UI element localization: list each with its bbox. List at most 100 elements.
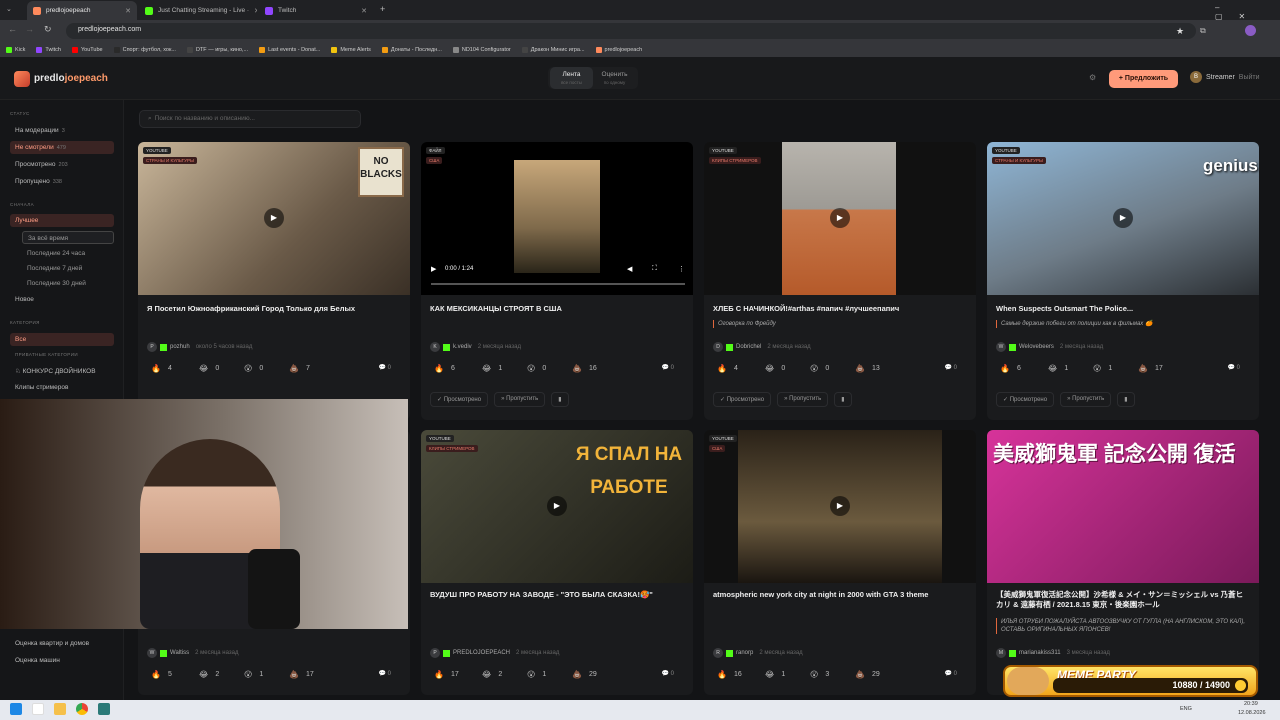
comments-count[interactable]: 💬 0 bbox=[945, 670, 957, 677]
video-progress[interactable] bbox=[431, 283, 685, 285]
mark-viewed-button[interactable]: ✓ Просмотрено bbox=[996, 392, 1055, 407]
bookmark[interactable]: Twitch bbox=[36, 46, 61, 53]
propose-button[interactable]: + Предложить bbox=[1109, 70, 1178, 88]
bookmark[interactable]: Last events - Donat... bbox=[259, 46, 320, 53]
period-all-time[interactable]: За всё время bbox=[22, 231, 114, 244]
sidebar-item-moderation[interactable]: На модерации 3 bbox=[10, 124, 114, 137]
post-card[interactable]: 美威獅鬼軍 記念公開 復活 【美威獅鬼軍復活記念公開】沙希様 & メイ・サン＝ミ… bbox=[987, 430, 1259, 695]
brand-name[interactable]: predlojoepeach bbox=[34, 73, 108, 84]
sidebar-item-cars[interactable]: Оценка машин bbox=[10, 654, 114, 667]
play-icon[interactable]: ▶ bbox=[264, 208, 284, 228]
url-field[interactable]: predlojoepeach.com bbox=[66, 23, 1196, 39]
language-indicator[interactable]: ENG bbox=[1180, 706, 1192, 712]
comments-count[interactable]: 💬 0 bbox=[379, 364, 391, 371]
sidebar-item-unseen[interactable]: Не смотрели 479 bbox=[10, 141, 114, 154]
tab-search-icon[interactable]: ⌄ bbox=[6, 5, 12, 13]
post-title[interactable]: When Suspects Outsmart The Police... bbox=[996, 304, 1250, 314]
user-menu[interactable]: B Streamer Выйти bbox=[1190, 71, 1260, 83]
sidebar-item-all[interactable]: Все bbox=[10, 333, 114, 346]
terminal-icon[interactable] bbox=[98, 703, 110, 715]
reaction-fire[interactable]: 🔥 4 bbox=[717, 364, 738, 373]
post-title[interactable]: 【美威獅鬼軍復活記念公開】沙希様 & メイ・サン＝ミッシェル vs 乃蒼ヒカリ … bbox=[996, 590, 1250, 610]
reaction-poop[interactable]: 💩 13 bbox=[855, 364, 880, 373]
explorer-icon[interactable] bbox=[54, 703, 66, 715]
bookmark[interactable]: predlojoepeach bbox=[595, 46, 642, 53]
more-button[interactable]: ▮ bbox=[1117, 392, 1135, 407]
bookmark[interactable]: Спорт: футбол, хок... bbox=[113, 46, 176, 53]
reaction-poop[interactable]: 💩 17 bbox=[289, 670, 314, 679]
clock-time[interactable]: 20:39 bbox=[1244, 701, 1258, 707]
sidebar-item-streamer-clips[interactable]: Клипы стримеров bbox=[10, 381, 114, 394]
fullscreen-icon[interactable]: ⛶ bbox=[652, 265, 657, 273]
video-menu-icon[interactable]: ⋮ bbox=[678, 265, 685, 273]
skip-button[interactable]: » Пропустить bbox=[1060, 392, 1112, 407]
sidebar-item-best[interactable]: Лучшее bbox=[10, 214, 114, 227]
reaction-wow[interactable]: 😮 1 bbox=[1093, 364, 1112, 373]
reaction-laugh[interactable]: 😂 2 bbox=[199, 670, 219, 679]
reaction-fire[interactable]: 🔥 5 bbox=[151, 670, 172, 679]
mark-viewed-button[interactable]: ✓ Просмотрено bbox=[713, 392, 772, 407]
clock-date[interactable]: 12.08.2026 bbox=[1238, 710, 1266, 716]
post-title[interactable]: КАК МЕКСИКАНЦЫ СТРОЯТ В США bbox=[430, 304, 684, 314]
reaction-poop[interactable]: 💩 7 bbox=[289, 364, 310, 373]
more-button[interactable]: ▮ bbox=[551, 392, 569, 407]
sidebar-item-lookalike[interactable]: ♘ КОНКУРС ДВОЙНИКОВ bbox=[10, 364, 114, 377]
bookmark[interactable]: Meme Alerts bbox=[331, 46, 371, 53]
reaction-fire[interactable]: 🔥 4 bbox=[151, 364, 172, 373]
comments-count[interactable]: 💬 0 bbox=[1228, 364, 1240, 371]
reaction-laugh[interactable]: 😂 0 bbox=[199, 364, 219, 373]
windows-start-icon[interactable] bbox=[10, 703, 22, 715]
play-icon[interactable]: ▶ bbox=[547, 496, 567, 516]
search-input[interactable]: ⌕ Поиск по названию и описанию... bbox=[139, 110, 361, 128]
video-player[interactable]: ▶ 0:00 / 1:24 ◀ ⛶ ⋮ bbox=[421, 142, 693, 295]
tab-close-icon[interactable]: ✕ bbox=[125, 7, 131, 15]
comments-count[interactable]: 💬 0 bbox=[662, 364, 674, 371]
reaction-wow[interactable]: 😮 0 bbox=[810, 364, 829, 373]
post-card[interactable]: NO BLACKS YOUTUBE СТРАНЫ И КУЛЬТУРЫ ▶ Я П… bbox=[138, 142, 410, 420]
reaction-laugh[interactable]: 😂 1 bbox=[1048, 364, 1068, 373]
tab-close-icon[interactable]: ✕ bbox=[254, 7, 257, 15]
period-30d[interactable]: Последние 30 дней bbox=[22, 277, 114, 290]
bookmark[interactable]: Kick bbox=[6, 46, 25, 53]
comments-count[interactable]: 💬 0 bbox=[379, 670, 391, 677]
reaction-wow[interactable]: 😮 3 bbox=[810, 670, 829, 679]
post-title[interactable]: atmospheric new york city at night in 20… bbox=[713, 590, 967, 600]
post-card[interactable]: genius YOUTUBE СТРАНЫ И КУЛЬТУРЫ ▶ When … bbox=[987, 142, 1259, 420]
logout-link[interactable]: Выйти bbox=[1239, 74, 1260, 81]
post-card[interactable]: Я СПАЛ НА РАБОТЕ YOUTUBE КЛИПЫ СТРИМЕРОВ… bbox=[421, 430, 693, 695]
reaction-laugh[interactable]: 😂 1 bbox=[765, 670, 785, 679]
window-controls[interactable]: –▢✕ bbox=[1215, 3, 1280, 21]
sidebar-item-viewed[interactable]: Просмотрено 203 bbox=[10, 158, 114, 171]
reaction-laugh[interactable]: 😂 1 bbox=[482, 364, 502, 373]
post-card[interactable]: YOUTUBE США ▶ atmospheric new york city … bbox=[704, 430, 976, 695]
reaction-poop[interactable]: 💩 16 bbox=[572, 364, 597, 373]
mark-viewed-button[interactable]: ✓ Просмотрено bbox=[430, 392, 489, 407]
browser-tab-2[interactable]: Twitch ✕ bbox=[259, 1, 373, 20]
bookmark[interactable]: Дракон Минис игра... bbox=[521, 46, 585, 53]
browser-tab-1[interactable]: Just Chatting Streaming - Live · ✕ bbox=[139, 1, 257, 20]
period-7d[interactable]: Последние 7 дней bbox=[22, 262, 114, 275]
comments-count[interactable]: 💬 0 bbox=[945, 364, 957, 371]
post-card[interactable]: ▶ 0:00 / 1:24 ◀ ⛶ ⋮ ФАЙЛ США КАК МЕКСИКА… bbox=[421, 142, 693, 420]
reload-icon[interactable]: ↻ bbox=[44, 24, 52, 35]
tab-feed[interactable]: Лента все посты bbox=[550, 67, 593, 89]
play-icon[interactable]: ▶ bbox=[830, 208, 850, 228]
back-icon[interactable]: ← bbox=[8, 24, 17, 34]
post-title[interactable]: Я Посетил Южноафриканский Город Только д… bbox=[147, 304, 401, 314]
reaction-poop[interactable]: 💩 29 bbox=[572, 670, 597, 679]
settings-gear-icon[interactable]: ⚙ bbox=[1089, 73, 1096, 82]
yandex-icon[interactable] bbox=[32, 703, 44, 715]
reaction-wow[interactable]: 😮 1 bbox=[244, 670, 263, 679]
bookmark[interactable]: ND104 Configurator bbox=[452, 46, 511, 53]
browser-tab-0[interactable]: predlojoepeach ✕ bbox=[27, 1, 137, 20]
play-control-icon[interactable]: ▶ bbox=[431, 265, 436, 273]
forward-icon[interactable]: → bbox=[25, 24, 34, 34]
skip-button[interactable]: » Пропустить bbox=[494, 392, 546, 407]
tab-rate[interactable]: Оценить по одному bbox=[593, 67, 636, 89]
play-icon[interactable]: ▶ bbox=[1113, 208, 1133, 228]
chrome-icon[interactable] bbox=[76, 703, 88, 715]
sidebar-item-skipped[interactable]: Пропущено 338 bbox=[10, 175, 114, 188]
reaction-fire[interactable]: 🔥 6 bbox=[1000, 364, 1021, 373]
sidebar-item-apartments[interactable]: Оценка квартир и домов bbox=[10, 637, 114, 650]
play-icon[interactable]: ▶ bbox=[830, 496, 850, 516]
